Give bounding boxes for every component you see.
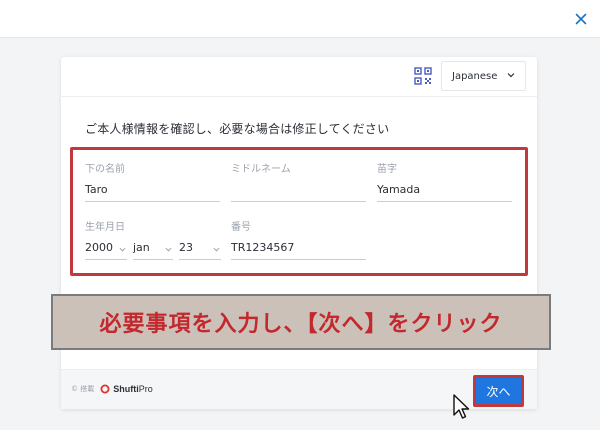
chevron-down-icon	[165, 247, 172, 252]
dob-day-value: 23	[179, 241, 193, 254]
number-field: 番号 TR1234567	[231, 218, 366, 260]
shufti-logo-icon	[100, 384, 110, 394]
next-button[interactable]: 次へ	[473, 375, 524, 407]
number-label: 番号	[231, 222, 251, 233]
dob-year-value: 2000	[85, 241, 113, 254]
brand-name: Shufti	[113, 384, 139, 394]
middle-name-field: ミドルネーム	[231, 160, 366, 202]
dob-day-select[interactable]: 23	[179, 238, 221, 260]
middle-name-input[interactable]	[231, 180, 366, 202]
last-name-input[interactable]: Yamada	[377, 180, 512, 202]
middle-name-label: ミドルネーム	[231, 164, 291, 175]
qr-code-icon[interactable]	[414, 67, 432, 85]
top-bar	[0, 0, 600, 38]
instruction-banner: 必要事項を入力し、【次へ】をクリック	[51, 294, 551, 350]
verification-card: Japanese ご本人様情報を確認し、必要な場合は修正してください 下の名前 …	[51, 57, 551, 409]
instruction-text: ご本人様情報を確認し、必要な場合は修正してください	[85, 122, 390, 136]
dob-label: 生年月日	[85, 222, 125, 233]
powered-by: © 搭載 Shufti Pro	[71, 384, 153, 394]
mouse-pointer-icon	[453, 394, 470, 419]
chevron-down-icon	[507, 73, 515, 78]
last-name-label: 苗字	[377, 164, 397, 175]
form-highlight-box: 下の名前 Taro ミドルネーム 苗字 Yamada 生年月日 2000 jan…	[70, 147, 528, 276]
first-name-input[interactable]: Taro	[85, 180, 220, 202]
chevron-down-icon	[119, 247, 126, 252]
language-value: Japanese	[452, 70, 498, 82]
chevron-down-icon	[213, 247, 220, 252]
dob-field: 生年月日	[85, 218, 225, 233]
brand-suffix: Pro	[138, 384, 153, 394]
powered-by-label: © 搭載	[71, 385, 95, 393]
last-name-field: 苗字 Yamada	[377, 160, 512, 202]
close-icon	[575, 13, 587, 25]
dob-year-select[interactable]: 2000	[85, 238, 127, 260]
number-input[interactable]: TR1234567	[231, 238, 366, 260]
dob-month-value: jan	[133, 241, 150, 254]
language-select[interactable]: Japanese	[441, 61, 526, 91]
first-name-label: 下の名前	[85, 164, 125, 175]
close-button[interactable]	[570, 8, 592, 30]
first-name-field: 下の名前 Taro	[85, 160, 220, 202]
dob-month-select[interactable]: jan	[133, 238, 173, 260]
card-header: Japanese	[61, 57, 537, 97]
